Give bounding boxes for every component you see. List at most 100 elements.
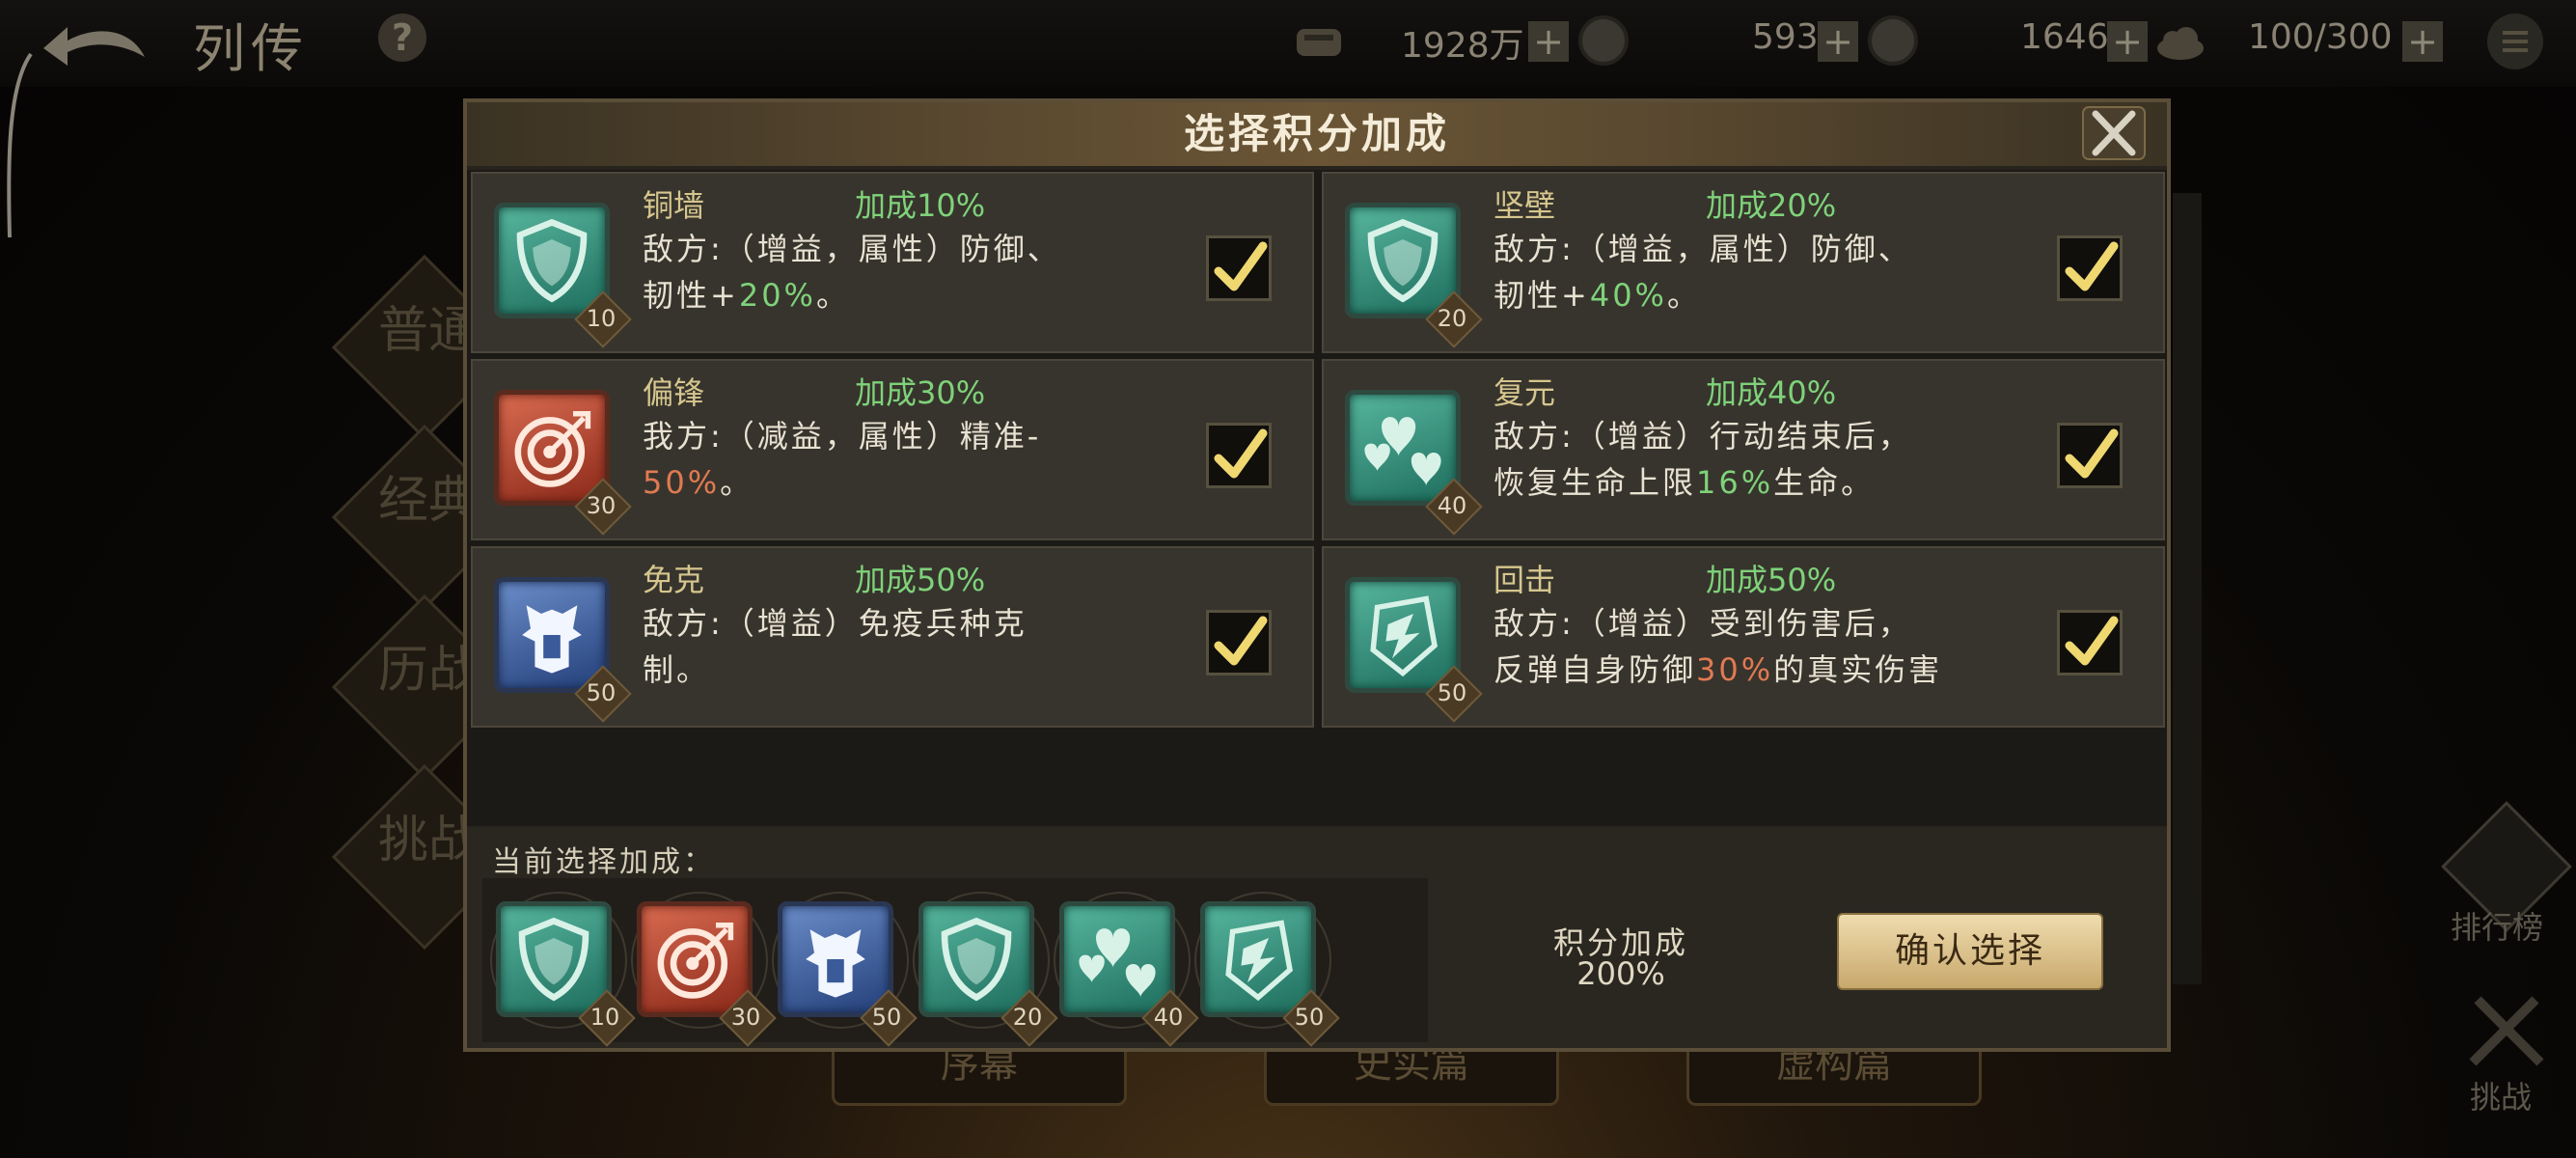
checkbox[interactable] xyxy=(1206,610,1272,676)
selected-cost: 40 xyxy=(1153,1004,1184,1031)
current-selection-label: 当前选择加成： xyxy=(492,845,715,879)
checkbox[interactable] xyxy=(2057,610,2123,676)
desc-suffix: 。 xyxy=(720,464,754,501)
desc-highlight: 30% xyxy=(1696,651,1774,688)
card-name: 回击 xyxy=(1494,562,1556,598)
desc-highlight: 40% xyxy=(1589,277,1667,314)
menu-list-icon[interactable] xyxy=(2487,14,2543,69)
resource-value-1: 1928万 xyxy=(1401,26,1524,66)
card-cost: 20 xyxy=(1437,305,1467,332)
desc-line-1: 我方:（减益，属性）精准- xyxy=(643,418,1042,455)
selected-bonus-item[interactable]: 10 xyxy=(490,892,636,1047)
score-bonus-value: 200% xyxy=(1576,955,1665,992)
selected-bonus-item[interactable]: 50 xyxy=(772,892,918,1047)
close-x-icon[interactable] xyxy=(2082,106,2146,160)
card-name: 坚壁 xyxy=(1494,187,1556,224)
desc-prefix: 恢复生命上限 xyxy=(1494,464,1697,501)
help-button[interactable]: ? xyxy=(378,14,426,62)
checkbox[interactable] xyxy=(1206,235,1272,301)
bonus-card[interactable]: 50 免克 加成50% 敌方:（增益）免疫兵种克 制。 xyxy=(471,546,1314,728)
desc-highlight: 16% xyxy=(1696,464,1774,501)
selected-bonus-item[interactable]: 20 xyxy=(913,892,1058,1047)
selected-bonus-item[interactable]: 30 xyxy=(631,892,777,1047)
card-description: 我方:（减益，属性）精准- 50%。 xyxy=(643,413,1164,506)
add-resource-4-button[interactable]: + xyxy=(2402,21,2443,62)
card-description: 敌方:（增益，属性）防御、 韧性+40%。 xyxy=(1494,226,2014,318)
desc-prefix: 韧性+ xyxy=(1494,277,1590,314)
checkbox[interactable] xyxy=(2057,423,2123,488)
card-description: 敌方:（增益）行动结束后， 恢复生命上限16%生命。 xyxy=(1494,413,2014,506)
card-cost: 30 xyxy=(586,492,617,519)
card-bonus: 加成50% xyxy=(855,562,986,598)
desc-prefix: 反弹自身防御 xyxy=(1494,651,1697,688)
card-cost: 10 xyxy=(586,305,617,332)
challenge-label[interactable]: 挑战 xyxy=(2470,1073,2532,1117)
desc-line-1: 敌方:（增益）行动结束后， xyxy=(1494,418,1912,455)
desc-prefix: 制。 xyxy=(643,651,711,688)
page-title: 列传 xyxy=(193,18,309,79)
armor-icon xyxy=(778,901,893,1017)
desc-suffix: 。 xyxy=(815,277,850,314)
shield-icon xyxy=(496,901,612,1017)
desc-suffix: 生命。 xyxy=(1773,464,1876,501)
desc-line-1: 敌方:（增益，属性）防御、 xyxy=(1494,231,1912,267)
card-description: 敌方:（增益）受到伤害后， 反弹自身防御30%的真实伤害 xyxy=(1494,600,2014,693)
counter-attack-icon xyxy=(1200,901,1316,1017)
checkbox[interactable] xyxy=(1206,423,1272,488)
selected-cost: 30 xyxy=(730,1004,761,1031)
bonus-card[interactable]: 40 复元 加成40% 敌方:（增益）行动结束后， 恢复生命上限16%生命。 xyxy=(1322,359,2165,540)
desc-highlight: 20% xyxy=(738,277,816,314)
selected-cost: 10 xyxy=(589,1004,620,1031)
bonus-card[interactable]: 30 偏锋 加成30% 我方:（减益，属性）精准- 50%。 xyxy=(471,359,1314,540)
desc-line-1: 敌方:（增益）受到伤害后， xyxy=(1494,605,1912,642)
add-resource-2-button[interactable]: + xyxy=(1818,21,1858,62)
bonus-card[interactable]: 20 坚壁 加成20% 敌方:（增益，属性）防御、 韧性+40%。 xyxy=(1322,172,2165,353)
resource-value-2: 593 xyxy=(1752,17,1819,57)
card-name: 复元 xyxy=(1494,374,1556,411)
card-cost: 40 xyxy=(1437,492,1467,519)
confirm-selection-button[interactable]: 确认选择 xyxy=(1837,913,2103,990)
gem-icon xyxy=(1868,15,1918,66)
card-description: 敌方:（增益，属性）防御、 韧性+20%。 xyxy=(643,226,1164,318)
card-bonus: 加成50% xyxy=(1706,562,1837,598)
stamina-icon xyxy=(1297,29,1341,56)
selected-bonus-item[interactable]: 40 xyxy=(1054,892,1199,1047)
desc-line-1: 敌方:（增益）免疫兵种克 xyxy=(643,605,1028,642)
card-bonus: 加成10% xyxy=(855,187,986,224)
rank-label[interactable]: 排行榜 xyxy=(2451,903,2543,948)
selected-bonus-item[interactable]: 50 xyxy=(1194,892,1340,1047)
back-arrow-icon[interactable] xyxy=(39,14,154,71)
target-icon xyxy=(637,901,753,1017)
swords-icon[interactable] xyxy=(2458,980,2555,1077)
modal-title: 选择积分加成 xyxy=(1183,110,1450,157)
resource-value-4: 100/300 xyxy=(2248,17,2393,57)
selected-cost: 50 xyxy=(871,1004,902,1031)
card-description: 敌方:（增益）免疫兵种克 制。 xyxy=(643,600,1164,693)
hearts-icon xyxy=(1059,901,1175,1017)
card-cost: 50 xyxy=(1437,679,1467,706)
selected-cost: 20 xyxy=(1012,1004,1043,1031)
coin-icon xyxy=(1578,15,1629,66)
selected-cost: 50 xyxy=(1294,1004,1325,1031)
add-resource-3-button[interactable]: + xyxy=(2107,21,2148,62)
card-name: 免克 xyxy=(643,562,705,598)
resource-value-3: 1646 xyxy=(2020,17,2109,57)
right-scroll-track xyxy=(2173,193,2202,984)
desc-line-1: 敌方:（增益，属性）防御、 xyxy=(643,231,1061,267)
desc-highlight: 50% xyxy=(643,464,721,501)
desc-suffix: 。 xyxy=(1666,277,1701,314)
card-bonus: 加成40% xyxy=(1706,374,1837,411)
left-edge-arc xyxy=(7,52,33,238)
bonus-card[interactable]: 10 铜墙 加成10% 敌方:（增益，属性）防御、 韧性+20%。 xyxy=(471,172,1314,353)
card-bonus: 加成30% xyxy=(855,374,986,411)
shield-icon xyxy=(918,901,1034,1017)
card-bonus: 加成20% xyxy=(1706,187,1837,224)
desc-prefix: 韧性+ xyxy=(643,277,739,314)
desc-suffix: 的真实伤害 xyxy=(1773,651,1943,688)
card-name: 偏锋 xyxy=(643,374,705,411)
cloud-icon xyxy=(2157,27,2204,60)
card-cost: 50 xyxy=(586,679,617,706)
checkbox[interactable] xyxy=(2057,235,2123,301)
bonus-card[interactable]: 50 回击 加成50% 敌方:（增益）受到伤害后， 反弹自身防御30%的真实伤害 xyxy=(1322,546,2165,728)
add-resource-1-button[interactable]: + xyxy=(1528,21,1569,62)
